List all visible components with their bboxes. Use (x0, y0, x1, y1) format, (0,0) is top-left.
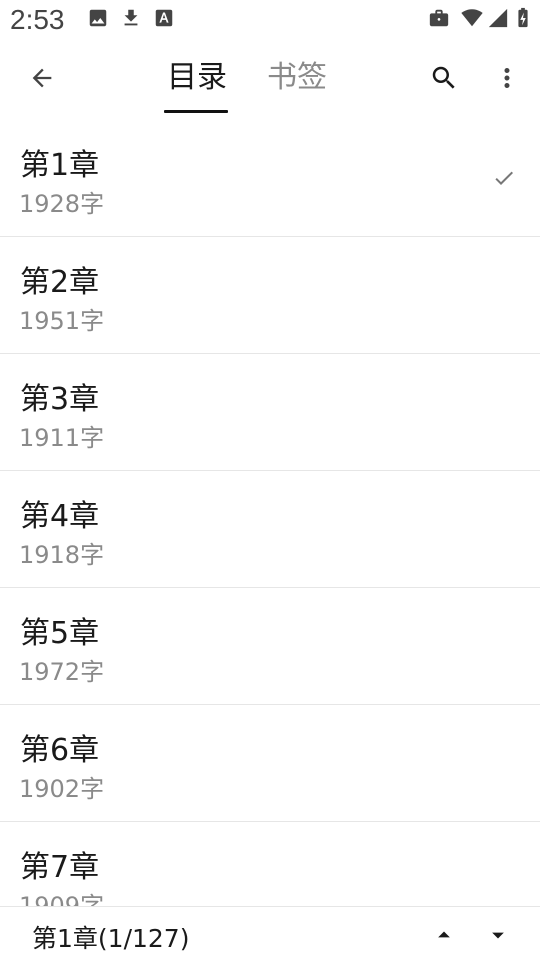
toc-screen: 2:53 目录 书签 第1章 1928字 第2章 1951字 第3章 1911字… (0, 0, 540, 960)
status-time: 2:53 (10, 4, 65, 35)
arrow-back-icon (32, 68, 52, 88)
bottom-bar: 第1章(1/127) (0, 906, 540, 960)
chapter-item[interactable]: 第5章 1972字 (0, 588, 540, 705)
chapter-title: 第3章 (20, 382, 100, 417)
font-a-icon (153, 7, 175, 29)
download-icon (120, 7, 142, 29)
chapter-item[interactable]: 第3章 1911字 (0, 354, 540, 471)
chapter-word-count: 1909字 (19, 892, 105, 906)
search-button[interactable] (422, 56, 466, 100)
app-bar: 目录 书签 (0, 40, 540, 122)
current-chapter-indicator[interactable]: 第1章(1/127) (32, 919, 189, 955)
chapter-word-count: 1928字 (19, 190, 105, 218)
check-icon (495, 171, 513, 185)
chapter-item[interactable]: 第1章 1928字 (0, 120, 540, 237)
chapter-title: 第7章 (20, 850, 100, 885)
back-button[interactable] (20, 56, 64, 100)
search-icon (432, 66, 455, 89)
tab-toc[interactable]: 目录 (164, 54, 230, 112)
arrow-down-icon (492, 932, 504, 939)
image-icon (87, 7, 109, 29)
chapter-title: 第4章 (20, 499, 100, 534)
chapter-title: 第6章 (20, 733, 100, 768)
chapter-item[interactable]: 第2章 1951字 (0, 237, 540, 354)
chapter-item[interactable]: 第6章 1902字 (0, 705, 540, 822)
chapter-item[interactable]: 第4章 1918字 (0, 471, 540, 588)
chapter-title: 第1章 (20, 148, 100, 183)
battery-charging-icon (513, 7, 533, 29)
more-vert-icon (504, 68, 510, 88)
briefcase-icon (428, 7, 450, 29)
chapter-list[interactable]: 第1章 1928字 第2章 1951字 第3章 1911字 第4章 1918字 … (0, 120, 540, 906)
tab-bookmarks[interactable]: 书签 (264, 54, 330, 112)
wifi-icon (461, 7, 483, 29)
chapter-word-count: 1902字 (19, 775, 105, 803)
more-options-button[interactable] (485, 56, 529, 100)
chapter-item[interactable]: 第7章 1909字 (0, 822, 540, 906)
chapter-word-count: 1911字 (19, 424, 105, 452)
cell-signal-icon (487, 7, 509, 29)
arrow-up-icon (438, 931, 450, 938)
active-tab-indicator (164, 110, 228, 113)
scroll-up-button[interactable] (424, 915, 464, 955)
chapter-word-count: 1951字 (19, 307, 105, 335)
scroll-down-button[interactable] (478, 915, 518, 955)
status-bar: 2:53 (0, 0, 540, 40)
chapter-word-count: 1918字 (19, 541, 105, 569)
chapter-word-count: 1972字 (19, 658, 105, 686)
chapter-title: 第2章 (20, 265, 100, 300)
chapter-title: 第5章 (20, 616, 100, 651)
